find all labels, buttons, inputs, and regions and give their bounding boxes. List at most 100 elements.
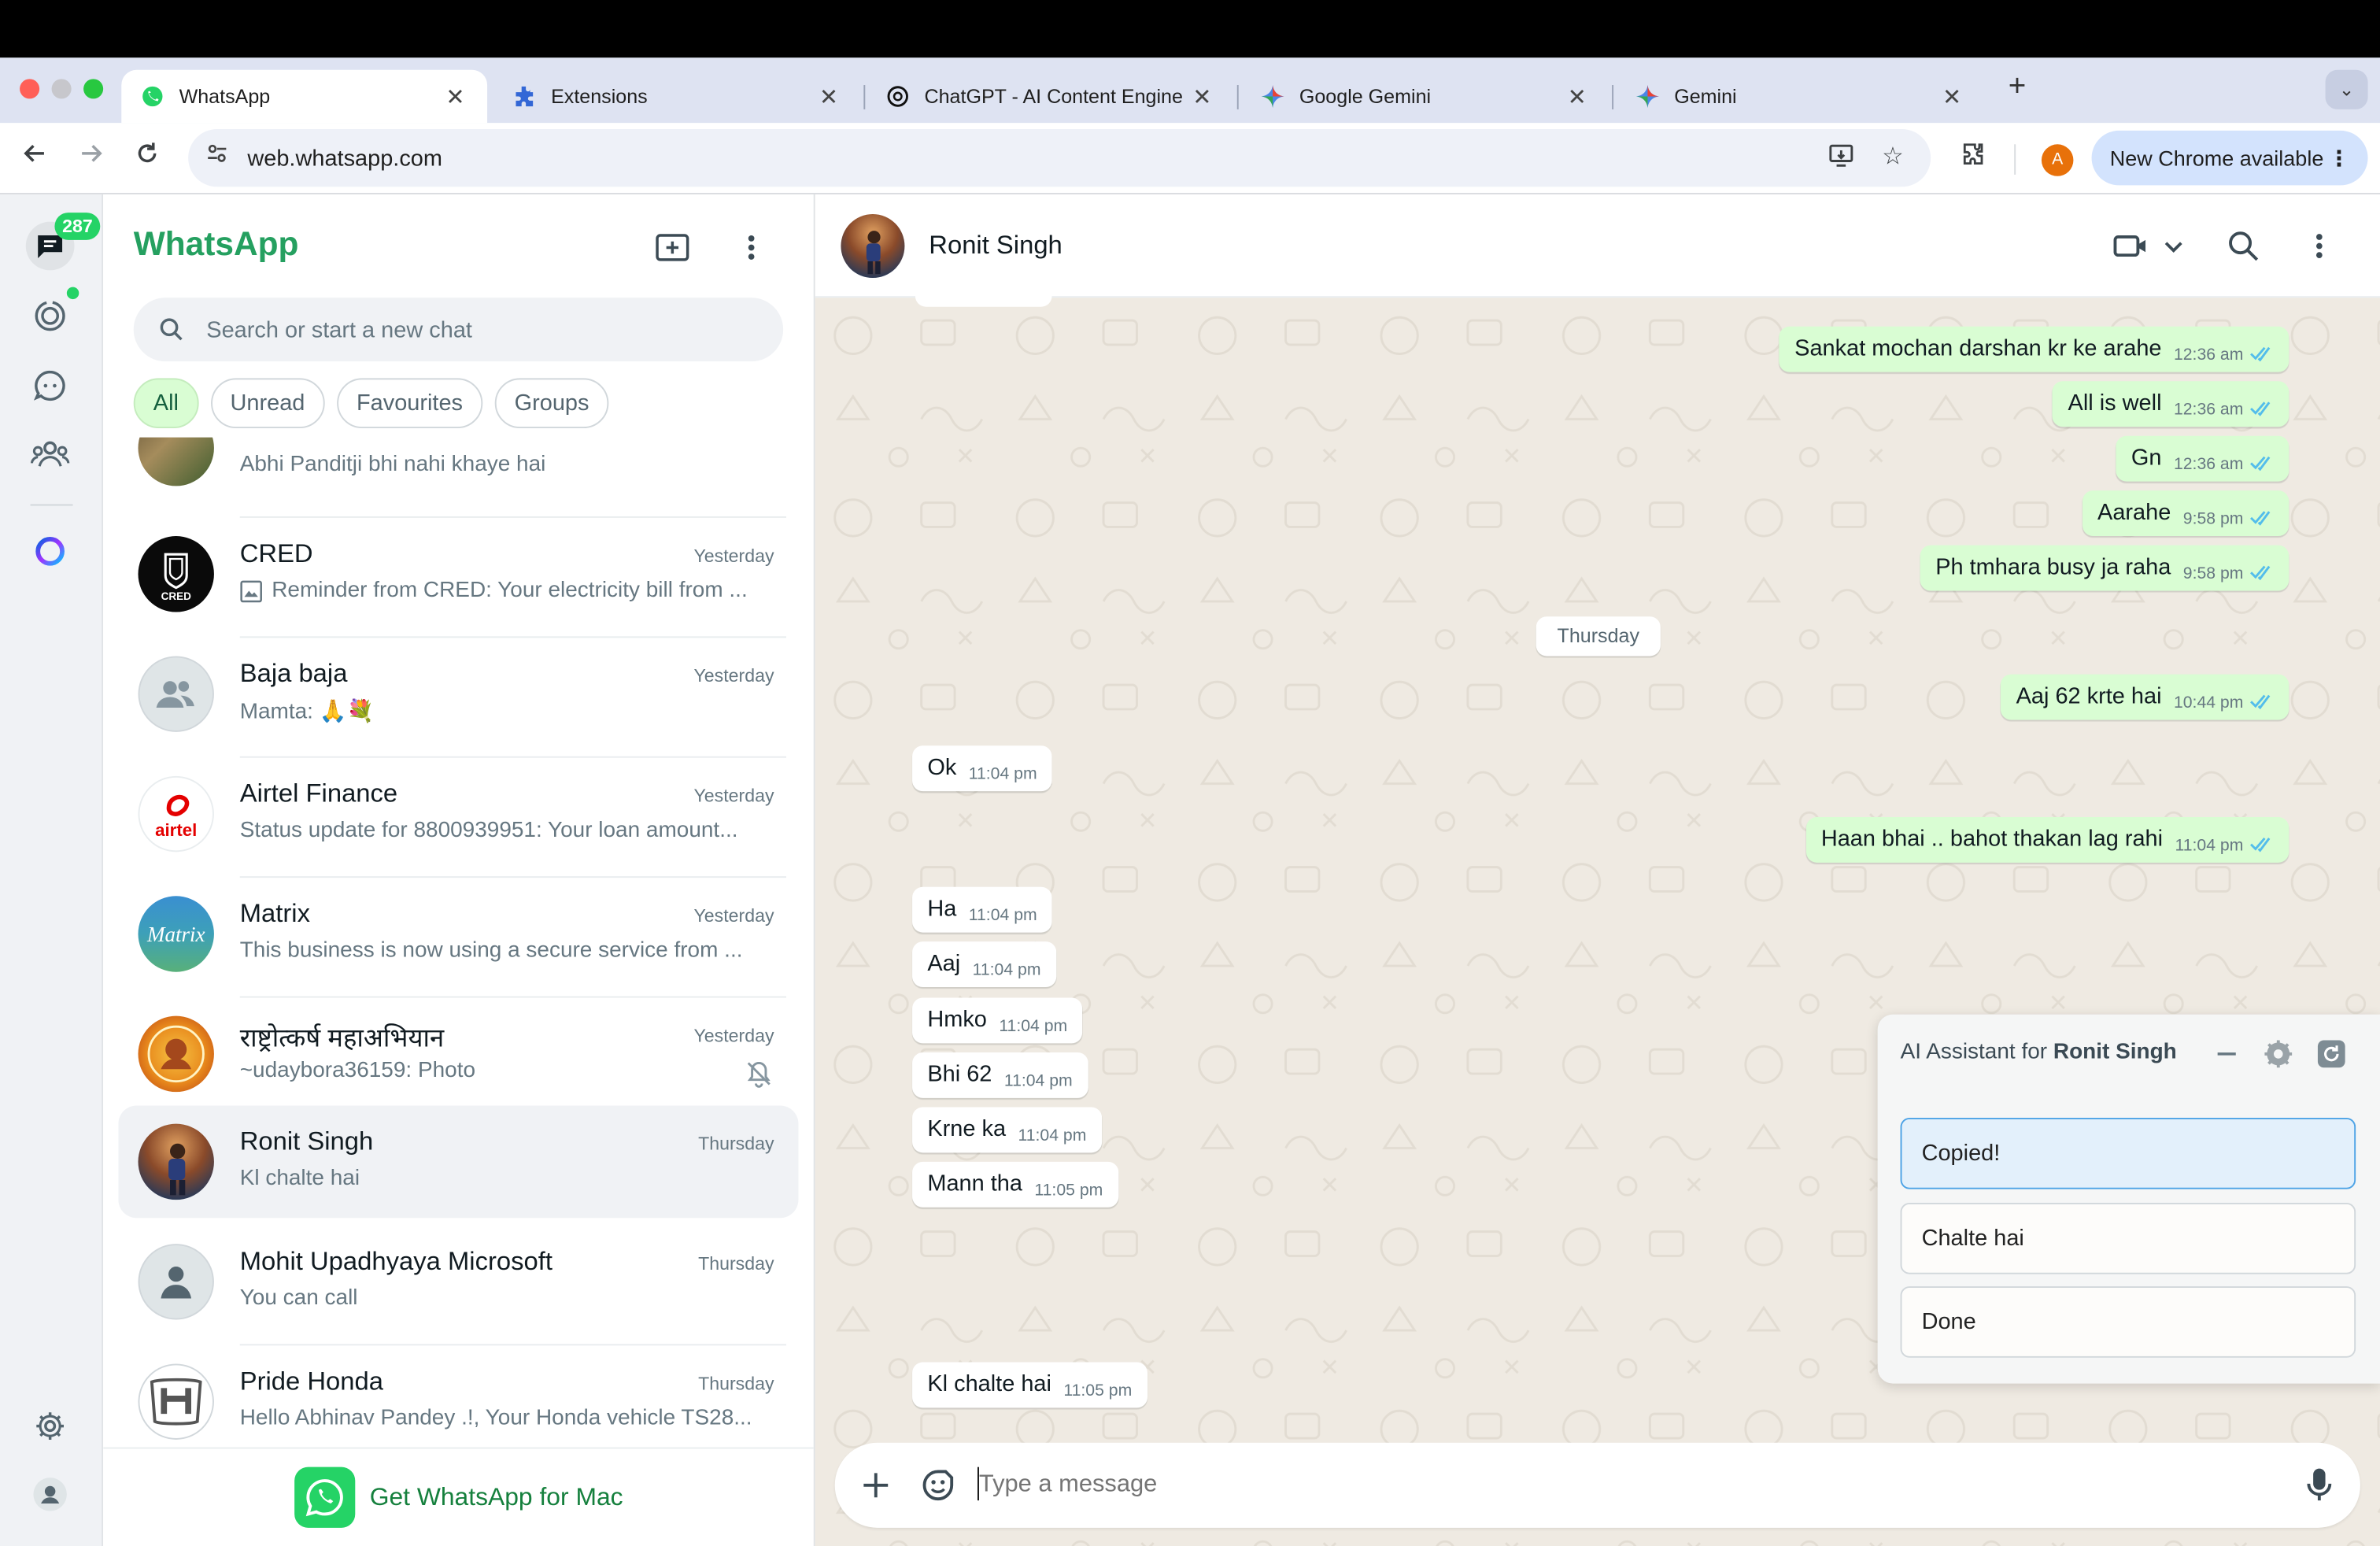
tab-whatsapp[interactable]: WhatsApp ✕ bbox=[121, 69, 488, 124]
chat-item-airtel-finance[interactable]: airtel Airtel Finance Yesterday Status u… bbox=[118, 758, 798, 871]
attach-plus-icon[interactable] bbox=[856, 1466, 896, 1505]
chat-item-cred[interactable]: CRED CRED Yesterday Reminder from CRED: … bbox=[118, 518, 798, 631]
read-receipt-icon bbox=[2250, 694, 2271, 709]
image-icon bbox=[240, 579, 262, 602]
close-tab-icon[interactable]: ✕ bbox=[1563, 83, 1591, 110]
avatar bbox=[138, 437, 214, 486]
profile-icon[interactable] bbox=[26, 1470, 75, 1519]
chat-preview: Status update for 8800939951: Your loan … bbox=[239, 818, 738, 843]
message-text: Mann tha bbox=[927, 1171, 1022, 1197]
chat-item-rashtrotkarsh[interactable]: राष्ट्रोत्कर्ष महाअभियान Yesterday ~uday… bbox=[118, 998, 798, 1111]
chat-item-ronit-singh[interactable]: Ronit Singh Thursday Kl chalte hai bbox=[118, 1105, 799, 1219]
new-chrome-available-button[interactable]: New Chrome available ⋮ bbox=[2091, 130, 2368, 186]
ai-suggestion-option[interactable]: Chalte hai bbox=[1900, 1202, 2356, 1274]
outgoing-message[interactable]: Ph tmhara busy ja raha 9:58 pm bbox=[1920, 545, 2289, 591]
filter-groups[interactable]: Groups bbox=[494, 378, 609, 429]
chat-preview: Kl chalte hai bbox=[239, 1166, 360, 1191]
communities-icon[interactable] bbox=[26, 430, 75, 479]
bookmark-star-icon[interactable]: ☆ bbox=[1876, 141, 1909, 174]
incoming-message[interactable]: Aaj 11:04 pm bbox=[912, 941, 1056, 988]
chat-item-matrix[interactable]: Matrix Matrix Yesterday This business is… bbox=[118, 878, 798, 990]
filter-favourites[interactable]: Favourites bbox=[336, 378, 483, 429]
ai-suggestion-option[interactable]: Done bbox=[1900, 1286, 2356, 1358]
chat-time: Thursday bbox=[698, 1252, 774, 1274]
refresh-icon[interactable] bbox=[2315, 1037, 2348, 1071]
filter-unread[interactable]: Unread bbox=[210, 378, 325, 429]
chat-item[interactable]: Abhi Panditji bhi nahi khaye hai bbox=[118, 437, 798, 505]
minimize-icon[interactable] bbox=[2210, 1037, 2243, 1071]
incoming-message[interactable]: Krne ka 11:04 pm bbox=[912, 1107, 1102, 1153]
kebab-menu-icon[interactable]: ⋮ bbox=[2328, 145, 2349, 171]
close-tab-icon[interactable]: ✕ bbox=[442, 83, 469, 110]
cred-avatar: CRED bbox=[138, 536, 214, 612]
tab-gemini[interactable]: Gemini ✕ bbox=[1617, 70, 1984, 124]
close-tab-icon[interactable]: ✕ bbox=[1188, 83, 1216, 110]
browser-toolbar: web.whatsapp.com ☆ A New Chrome availabl… bbox=[0, 123, 2380, 194]
status-icon[interactable] bbox=[26, 291, 75, 340]
outgoing-message[interactable]: Aarahe 9:58 pm bbox=[2082, 490, 2289, 537]
chat-time: Yesterday bbox=[693, 1025, 774, 1047]
chat-preview: ~udaybora36159: Photo bbox=[240, 1059, 771, 1083]
incoming-message[interactable]: Ok 11:04 pm bbox=[912, 745, 1052, 792]
incoming-message[interactable]: Hmko 11:04 pm bbox=[912, 997, 1083, 1044]
incoming-message[interactable]: Ha 11:04 pm bbox=[912, 886, 1052, 933]
ai-suggestion-option[interactable]: Copied! bbox=[1900, 1117, 2356, 1189]
settings-gear-icon[interactable] bbox=[26, 1402, 75, 1451]
close-tab-icon[interactable]: ✕ bbox=[815, 83, 843, 110]
settings-gear-icon[interactable] bbox=[2262, 1037, 2295, 1071]
zoom-window-button[interactable] bbox=[83, 79, 104, 99]
tab-separator bbox=[1612, 85, 1614, 109]
reload-button[interactable] bbox=[129, 139, 165, 176]
forward-button[interactable] bbox=[73, 139, 109, 176]
message-input[interactable] bbox=[978, 1462, 2254, 1508]
conversation-header[interactable]: Ronit Singh bbox=[815, 194, 2380, 298]
close-tab-icon[interactable]: ✕ bbox=[1938, 83, 1966, 110]
outgoing-message[interactable]: Gn 12:36 am bbox=[2116, 435, 2289, 482]
address-bar[interactable]: web.whatsapp.com ☆ bbox=[188, 128, 1931, 187]
chat-item-baja-baja[interactable]: Baja baja Yesterday Mamta: 🙏💐 bbox=[118, 638, 798, 750]
chat-item-pride-honda[interactable]: Pride Honda Thursday Hello Abhinav Pande… bbox=[118, 1345, 798, 1447]
incoming-message[interactable]: Kl chalte hai 11:05 pm bbox=[912, 1362, 1148, 1408]
extensions-icon[interactable] bbox=[1955, 141, 1991, 174]
message-time: 11:04 pm bbox=[1018, 1126, 1087, 1145]
contact-avatar[interactable] bbox=[841, 214, 905, 279]
message-time: 11:05 pm bbox=[1063, 1381, 1133, 1400]
conversation-menu-icon[interactable] bbox=[2315, 227, 2324, 264]
tab-extensions[interactable]: Extensions ✕ bbox=[493, 70, 861, 124]
outgoing-message[interactable]: All is well 12:36 am bbox=[2053, 381, 2289, 427]
video-call-button[interactable] bbox=[2113, 227, 2186, 264]
filter-all[interactable]: All bbox=[133, 378, 199, 429]
tab-chatgpt[interactable]: ChatGPT - AI Content Engine ✕ bbox=[867, 70, 1234, 124]
tab-google-gemini[interactable]: Google Gemini ✕ bbox=[1242, 70, 1609, 124]
navigation-rail: 287 bbox=[0, 194, 104, 1546]
install-app-icon[interactable] bbox=[1824, 141, 1857, 174]
tab-search-button[interactable]: ⌄ bbox=[2325, 69, 2368, 109]
profile-avatar[interactable]: A bbox=[2041, 144, 2074, 176]
new-tab-button[interactable]: + bbox=[2001, 70, 2034, 103]
sticker-emoji-icon[interactable] bbox=[918, 1466, 958, 1505]
channels-icon[interactable] bbox=[26, 361, 75, 410]
message-text: Kl chalte hai bbox=[927, 1371, 1051, 1397]
back-button[interactable] bbox=[17, 139, 53, 176]
outgoing-message[interactable]: Haan bhai .. bahot thakan lag rahi 11:04 … bbox=[1805, 816, 2289, 863]
message-time: 10:44 pm bbox=[2173, 693, 2244, 712]
outgoing-message[interactable]: Sankat mochan darshan kr ke arahe 12:36 a… bbox=[1779, 326, 2289, 372]
honda-avatar bbox=[138, 1363, 214, 1440]
chat-list-panel: WhatsApp Search or start a new chat All … bbox=[103, 194, 815, 1546]
incoming-message[interactable]: Mann tha 11:05 pm bbox=[912, 1161, 1118, 1208]
close-window-button[interactable] bbox=[20, 79, 40, 99]
message-text: Aaj bbox=[927, 950, 961, 977]
minimize-window-button[interactable] bbox=[51, 79, 72, 99]
new-chat-icon[interactable] bbox=[652, 227, 692, 267]
chat-item-mohit-upadhyaya[interactable]: Mohit Upadhyaya Microsoft Thursday You c… bbox=[118, 1226, 798, 1338]
read-receipt-icon bbox=[2250, 346, 2271, 362]
meta-ai-icon[interactable] bbox=[26, 527, 75, 575]
incoming-message[interactable]: Bhi 62 11:04 pm bbox=[912, 1052, 1088, 1098]
menu-kebab-icon[interactable] bbox=[732, 227, 771, 267]
site-settings-icon[interactable] bbox=[201, 141, 234, 174]
search-messages-icon[interactable] bbox=[2227, 227, 2260, 264]
outgoing-message[interactable]: Aaj 62 krte hai 10:44 pm bbox=[2001, 674, 2289, 720]
search-input[interactable]: Search or start a new chat bbox=[133, 298, 784, 362]
get-whatsapp-for-mac-banner[interactable]: Get WhatsApp for Mac bbox=[103, 1447, 814, 1546]
microphone-icon[interactable] bbox=[2300, 1466, 2339, 1505]
